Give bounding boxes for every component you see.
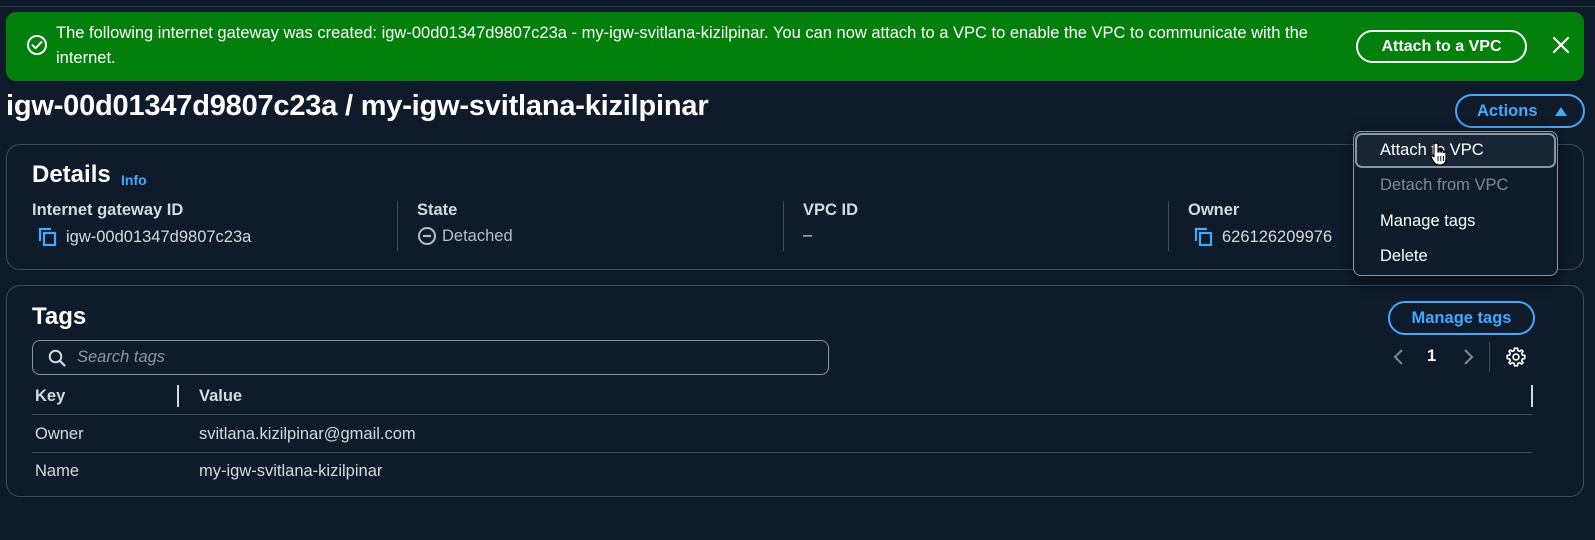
menu-item-manage-tags[interactable]: Manage tags (1355, 204, 1556, 239)
row-divider (32, 452, 1532, 453)
actions-button-label: Actions (1477, 102, 1538, 120)
tags-panel: Tags Manage tags 1 Key Value Owner svitl… (6, 285, 1584, 497)
state-value-row: Detached (417, 226, 513, 246)
details-title: Details (32, 161, 111, 188)
column-resize-handle[interactable] (1531, 385, 1533, 407)
field-divider (783, 201, 784, 251)
detached-status-icon (418, 227, 436, 245)
actions-button[interactable]: Actions (1455, 94, 1585, 128)
banner-message: The following internet gateway was creat… (56, 24, 1308, 67)
column-header-value[interactable]: Value (199, 387, 242, 406)
field-divider (397, 201, 398, 251)
gateway-id-value: igw-00d01347d9807c23a (66, 227, 252, 246)
field-divider (1168, 201, 1169, 251)
search-tags-field[interactable] (32, 340, 829, 375)
column-header-key[interactable]: Key (35, 387, 65, 406)
tag-key-cell: Owner (35, 425, 84, 443)
actions-menu: Attach to VPC Detach from VPC Manage tag… (1353, 131, 1558, 276)
info-link[interactable]: Info (121, 172, 147, 188)
owner-label: Owner (1188, 201, 1240, 219)
state-label: State (417, 201, 458, 219)
vpc-id-field: VPC ID – (803, 201, 858, 257)
close-icon[interactable] (1550, 34, 1572, 56)
chevron-right-icon[interactable] (1461, 348, 1475, 366)
gateway-id-value-row: igw-00d01347d9807c23a (32, 226, 251, 248)
gateway-id-label: Internet gateway ID (32, 201, 184, 219)
pager-divider (1489, 342, 1490, 372)
success-icon (27, 35, 47, 55)
header-divider (32, 414, 1532, 415)
column-resize-handle[interactable] (177, 385, 179, 407)
owner-value-row: 626126209976 (1188, 226, 1332, 248)
copy-icon[interactable] (1192, 226, 1214, 248)
manage-tags-button[interactable]: Manage tags (1388, 301, 1535, 335)
chevron-left-icon[interactable] (1392, 348, 1406, 366)
menu-item-delete[interactable]: Delete (1355, 239, 1556, 274)
state-field: State Detached (417, 201, 513, 257)
menu-item-detach-from-vpc: Detach from VPC (1380, 176, 1509, 194)
menu-item-attach-to-vpc[interactable]: Attach to VPC (1355, 133, 1556, 168)
attach-to-vpc-banner-button[interactable]: Attach to a VPC (1356, 30, 1527, 63)
tag-value-cell: my-igw-svitlana-kizilpinar (199, 462, 383, 480)
tag-key-cell: Name (35, 462, 80, 480)
top-divider (0, 6, 1595, 7)
vpc-id-label: VPC ID (803, 201, 859, 219)
search-icon (48, 349, 66, 367)
tags-title: Tags (32, 303, 87, 330)
page-title: igw-00d01347d9807c23a / my-igw-svitlana-… (6, 90, 709, 122)
details-panel: Details Info Internet gateway ID igw-00d… (6, 144, 1584, 270)
owner-value: 626126209976 (1222, 227, 1333, 246)
success-banner: The following internet gateway was creat… (6, 12, 1584, 81)
vpc-id-value: – (803, 226, 813, 244)
gear-icon[interactable] (1506, 347, 1526, 367)
gateway-id-field: Internet gateway ID igw-00d01347d9807c23… (32, 201, 251, 257)
copy-icon[interactable] (36, 226, 58, 248)
caret-up-icon (1555, 107, 1567, 116)
tag-value-cell: svitlana.kizilpinar@gmail.com (199, 425, 416, 443)
owner-field: Owner 626126209976 (1188, 201, 1332, 257)
state-value: Detached (442, 226, 513, 245)
search-tags-input[interactable] (77, 341, 817, 374)
page-number[interactable]: 1 (1427, 347, 1436, 366)
